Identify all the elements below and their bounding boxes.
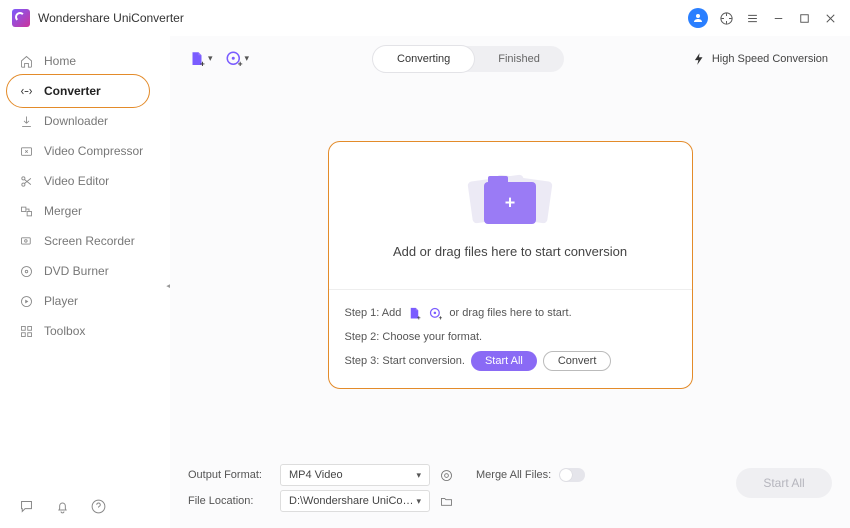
chevron-down-icon: ▾: [416, 496, 421, 507]
add-disc-icon: +: [225, 50, 243, 68]
sidebar-item-recorder[interactable]: Screen Recorder: [0, 226, 170, 256]
svg-text:+: +: [200, 59, 205, 68]
plus-icon: +: [505, 193, 516, 214]
toolbox-icon: [18, 323, 34, 339]
play-icon: [18, 293, 34, 309]
sidebar-item-toolbox[interactable]: Toolbox: [0, 316, 170, 346]
sidebar-item-label: Toolbox: [44, 324, 85, 338]
tab-converting[interactable]: Converting: [373, 46, 474, 72]
high-speed-conversion[interactable]: High Speed Conversion: [688, 52, 832, 66]
svg-text:+: +: [417, 314, 421, 320]
user-avatar[interactable]: [688, 8, 708, 28]
sidebar-item-label: Player: [44, 294, 78, 308]
bottom-bar: Output Format: MP4 Video ▾ Merge All Fil…: [170, 456, 850, 528]
download-icon: [18, 113, 34, 129]
dvd-icon: [18, 263, 34, 279]
drop-area[interactable]: + Add or drag files here to start conver…: [328, 141, 693, 389]
recorder-icon: [18, 233, 34, 249]
sidebar-item-label: Downloader: [44, 114, 108, 128]
file-location-select[interactable]: D:\Wondershare UniConverter ▾: [280, 490, 430, 512]
start-all-button[interactable]: Start All: [736, 468, 832, 498]
chevron-down-icon: ▾: [416, 470, 421, 481]
drop-target[interactable]: + Add or drag files here to start conver…: [329, 142, 692, 290]
sidebar-item-dvd[interactable]: DVD Burner: [0, 256, 170, 286]
app-title: Wondershare UniConverter: [38, 11, 184, 25]
svg-text:+: +: [439, 314, 443, 320]
app-logo: [12, 9, 30, 27]
step-1: Step 1: Add + + or drag files here to st…: [345, 302, 676, 324]
sidebar: Home Converter Downloader Video Compress…: [0, 36, 170, 528]
drop-heading: Add or drag files here to start conversi…: [393, 244, 627, 259]
merge-toggle[interactable]: [559, 468, 585, 482]
tab-finished[interactable]: Finished: [474, 46, 564, 72]
sidebar-item-label: Video Editor: [44, 174, 109, 188]
feedback-icon[interactable]: [18, 498, 36, 516]
close-button[interactable]: [822, 11, 838, 25]
svg-text:+: +: [237, 59, 242, 68]
sidebar-item-merger[interactable]: Merger: [0, 196, 170, 226]
drop-steps: Step 1: Add + + or drag files here to st…: [329, 290, 692, 388]
menu-icon[interactable]: [744, 10, 760, 26]
sidebar-item-downloader[interactable]: Downloader: [0, 106, 170, 136]
sidebar-item-compressor[interactable]: Video Compressor: [0, 136, 170, 166]
sidebar-item-player[interactable]: Player: [0, 286, 170, 316]
open-folder-icon[interactable]: [438, 493, 454, 509]
notifications-icon[interactable]: [54, 498, 72, 516]
step-3: Step 3: Start conversion. Start All Conv…: [345, 350, 676, 372]
status-tabs: Converting Finished: [373, 46, 564, 72]
help-icon[interactable]: [90, 498, 108, 516]
sidebar-item-converter[interactable]: Converter: [0, 76, 170, 106]
titlebar-left: Wondershare UniConverter: [12, 9, 184, 27]
minimize-button[interactable]: [770, 11, 786, 25]
add-file-icon: +: [407, 306, 422, 321]
add-dvd-button[interactable]: + ▾: [225, 50, 250, 68]
output-format-label: Output Format:: [188, 469, 272, 481]
add-file-icon: +: [188, 50, 206, 68]
support-icon[interactable]: [718, 10, 734, 26]
titlebar-right: [688, 8, 838, 28]
chevron-down-icon: ▾: [208, 53, 213, 64]
add-disc-icon: +: [428, 306, 443, 321]
step-2: Step 2: Choose your format.: [345, 326, 676, 348]
folder-illustration: +: [470, 172, 550, 230]
add-file-button[interactable]: + ▾: [188, 50, 213, 68]
convert-pill[interactable]: Convert: [543, 351, 612, 371]
lightning-icon: [692, 52, 706, 66]
sidebar-item-label: Screen Recorder: [44, 234, 135, 248]
sidebar-item-label: Converter: [44, 84, 101, 98]
file-location-label: File Location:: [188, 495, 272, 507]
sidebar-item-home[interactable]: Home: [0, 46, 170, 76]
converter-icon: [18, 83, 34, 99]
sidebar-item-label: Home: [44, 54, 76, 68]
footer-icons: [18, 498, 108, 516]
maximize-button[interactable]: [796, 11, 812, 25]
sidebar-item-editor[interactable]: Video Editor: [0, 166, 170, 196]
sidebar-item-label: Video Compressor: [44, 144, 143, 158]
merger-icon: [18, 203, 34, 219]
merge-label: Merge All Files:: [476, 469, 551, 481]
toolbar: + ▾ + ▾ Converting Finished High Speed C…: [170, 36, 850, 81]
start-all-pill[interactable]: Start All: [471, 351, 537, 371]
home-icon: [18, 53, 34, 69]
titlebar: Wondershare UniConverter: [0, 0, 850, 36]
sidebar-item-label: DVD Burner: [44, 264, 109, 278]
output-format-select[interactable]: MP4 Video ▾: [280, 464, 430, 486]
main-panel: + ▾ + ▾ Converting Finished High Speed C…: [170, 36, 850, 528]
hsc-label: High Speed Conversion: [712, 53, 828, 65]
chevron-down-icon: ▾: [245, 53, 250, 64]
format-settings-icon[interactable]: [438, 467, 454, 483]
scissors-icon: [18, 173, 34, 189]
compress-icon: [18, 143, 34, 159]
sidebar-item-label: Merger: [44, 204, 82, 218]
